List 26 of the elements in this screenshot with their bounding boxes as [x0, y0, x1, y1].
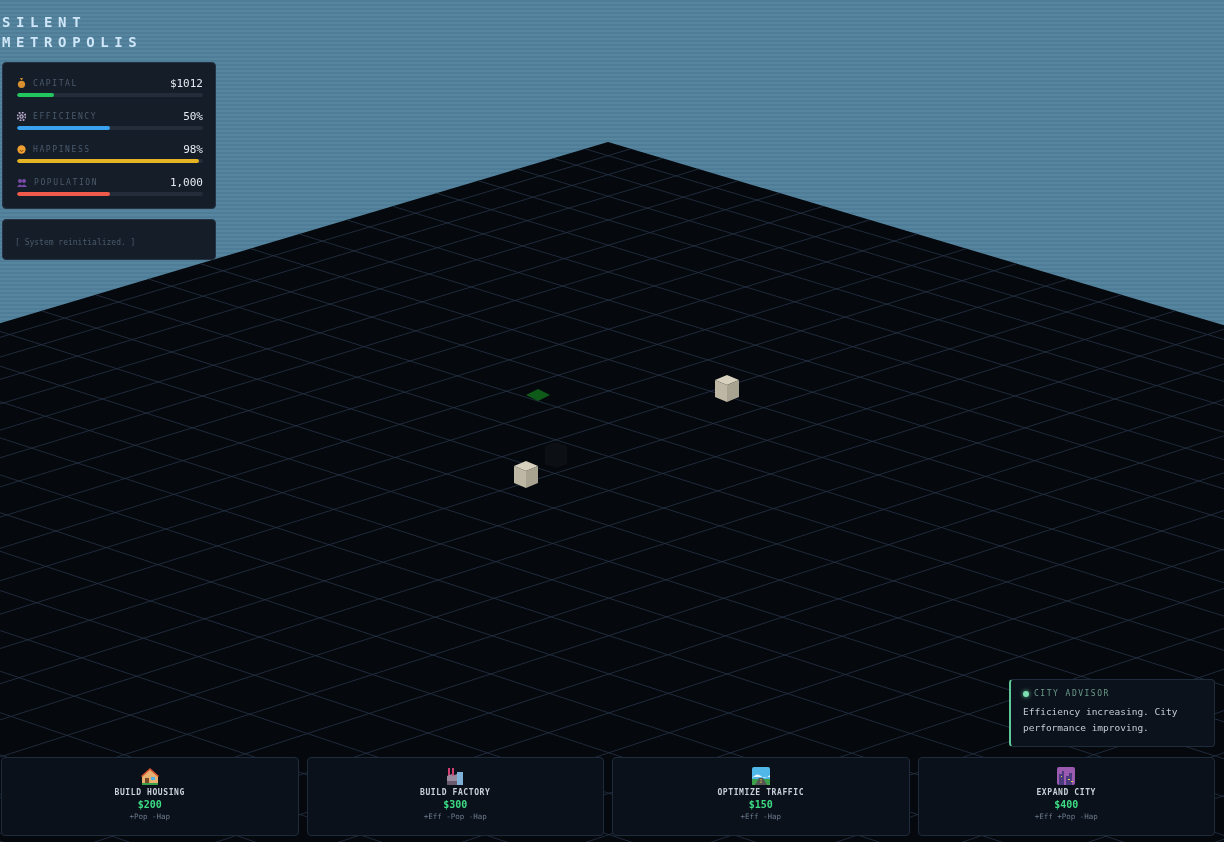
smiley-icon	[17, 144, 26, 154]
night-city-icon	[1057, 767, 1076, 785]
dark-tower	[545, 442, 567, 468]
stat-label: POPULATION	[34, 177, 100, 187]
stat-value: 98%	[183, 142, 203, 156]
status-dot-icon	[1023, 690, 1029, 697]
game-title: METROPOLIS	[2, 33, 143, 52]
stat-label: EFFICIENCY	[33, 111, 99, 121]
stat-value: 50%	[183, 109, 203, 123]
stat-value: 1,000	[169, 175, 203, 189]
game-title: SILENT	[2, 13, 87, 32]
stat-value: $1012	[169, 76, 203, 90]
log-message: [ System reinitialized. ]	[15, 238, 136, 247]
stat-label: HAPPINESS	[33, 144, 92, 154]
building-block	[514, 461, 538, 488]
road-icon	[751, 767, 770, 785]
factory-icon	[446, 767, 465, 785]
advisor-title: CITY ADVISOR	[1034, 689, 1110, 698]
gear-icon	[17, 111, 26, 121]
stat-label: CAPITAL	[33, 78, 79, 88]
money-bag-icon	[17, 78, 26, 88]
park-patch	[526, 389, 550, 401]
house-icon	[140, 767, 159, 785]
advisor-message: Efficiency increasing. City performance improving.	[1023, 705, 1179, 735]
people-icon	[17, 177, 27, 187]
building-block	[715, 375, 739, 402]
